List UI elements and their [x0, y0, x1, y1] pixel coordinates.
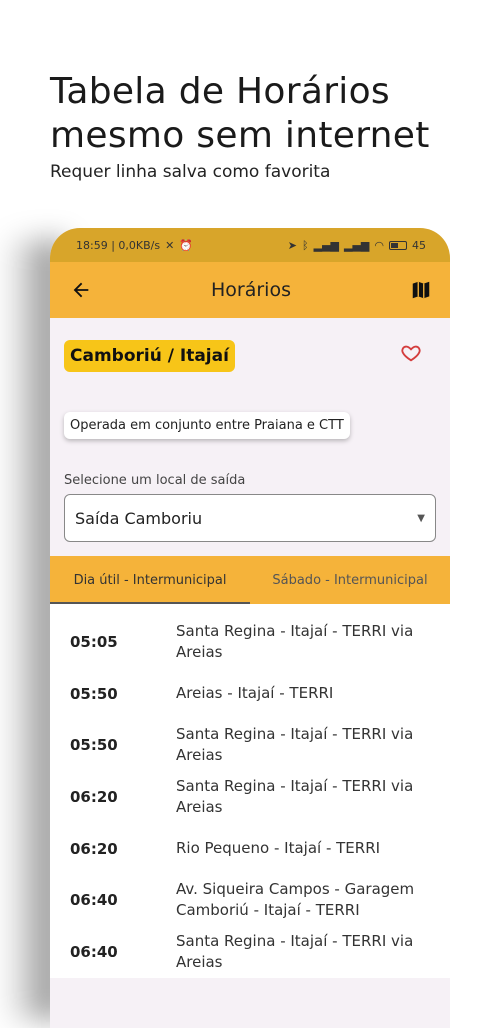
schedule-row[interactable]: 05:05 Santa Regina - Itajaí - TERRI via …	[50, 616, 450, 668]
departure-time: 05:50	[70, 684, 118, 703]
app-bar: Horários	[50, 262, 450, 318]
schedule-row[interactable]: 06:20 Santa Regina - Itajaí - TERRI via …	[50, 771, 450, 823]
caret-down-icon: ▼	[417, 512, 425, 524]
line-badge: Camboriú / Itajaí	[64, 340, 235, 372]
departure-time: 06:20	[70, 788, 118, 806]
status-left: 18:59 | 0,0KB/s ✕ ⏰	[76, 239, 193, 252]
battery-icon	[389, 240, 407, 250]
departure-time: 06:40	[70, 891, 118, 909]
destination: Santa Regina - Itajaí - TERRI via Areias	[176, 932, 414, 971]
page-title: Horários	[211, 279, 291, 301]
schedule-row[interactable]: 05:50 Areias - Itajaí - TERRI	[50, 668, 450, 719]
phone-frame: 18:59 | 0,0KB/s ✕ ⏰ ➤ ᛒ ▂▄▆ ▂▄▆ ◠ 45 Hor…	[50, 228, 450, 1028]
tab-weekday[interactable]: Dia útil - Intermunicipal	[50, 556, 250, 604]
map-icon	[412, 281, 430, 299]
departure-time: 05:50	[70, 736, 118, 754]
back-button[interactable]	[66, 275, 96, 305]
schedule-row[interactable]: 06:20 Rio Pequeno - Itajaí - TERRI	[50, 823, 450, 874]
destination: Rio Pequeno - Itajaí - TERRI	[176, 839, 381, 857]
schedule-row[interactable]: 06:40 Av. Siqueira Campos - Garagem Camb…	[50, 874, 450, 926]
promo-header: Tabela de Horários mesmo sem internet Re…	[50, 70, 470, 182]
alarm-icon: ⏰	[179, 238, 194, 252]
departure-label: Selecione um local de saída	[64, 473, 246, 488]
departure-time: 05:05	[70, 633, 118, 651]
arrow-left-icon	[73, 282, 89, 298]
promo-title: Tabela de Horários mesmo sem internet	[50, 70, 470, 158]
battery-level: 45	[412, 238, 426, 252]
destination: Areias - Itajaí - TERRI	[176, 684, 334, 702]
schedule-row[interactable]: 05:50 Santa Regina - Itajaí - TERRI via …	[50, 719, 450, 771]
signal-icon: ▂▄▆	[344, 238, 370, 252]
departure-selected: Saída Camboriu	[75, 508, 203, 528]
departure-select[interactable]: Saída Camboriu ▼	[64, 494, 436, 542]
tab-saturday[interactable]: Sábado - Intermunicipal	[250, 556, 450, 604]
wifi-icon: ◠	[374, 238, 384, 252]
line-details: Camboriú / Itajaí Operada em conjunto en…	[50, 340, 450, 542]
departure-time: 06:40	[70, 943, 118, 961]
schedule-tabs: Dia útil - Intermunicipal Sábado - Inter…	[50, 556, 450, 604]
departure-time: 06:20	[70, 839, 118, 858]
promo-title-line1: Tabela de Horários	[50, 71, 390, 112]
promo-title-line2: mesmo sem internet	[50, 115, 430, 156]
destination: Av. Siqueira Campos - Garagem Camboriú -…	[176, 880, 415, 919]
destination: Santa Regina - Itajaí - TERRI via Areias	[176, 622, 414, 661]
signal-icon: ▂▄▆	[313, 238, 339, 252]
line-header: Camboriú / Itajaí	[64, 340, 436, 372]
destination: Santa Regina - Itajaí - TERRI via Areias	[176, 777, 414, 816]
status-bar: 18:59 | 0,0KB/s ✕ ⏰ ➤ ᛒ ▂▄▆ ▂▄▆ ◠ 45	[50, 228, 450, 262]
map-button[interactable]	[406, 275, 436, 305]
destination: Santa Regina - Itajaí - TERRI via Areias	[176, 725, 414, 764]
status-time-speed: 18:59 | 0,0KB/s	[76, 238, 161, 252]
favorite-button[interactable]	[400, 342, 422, 370]
schedule-list: 05:05 Santa Regina - Itajaí - TERRI via …	[50, 604, 450, 978]
schedule-row[interactable]: 06:40 Santa Regina - Itajaí - TERRI via …	[50, 926, 450, 978]
promo-subtitle: Requer linha salva como favorita	[50, 162, 331, 182]
operator-note: Operada em conjunto entre Praiana e CTT	[64, 412, 350, 439]
mute-icon: ✕	[165, 238, 175, 252]
status-right: ➤ ᛒ ▂▄▆ ▂▄▆ ◠ 45	[288, 239, 426, 252]
bluetooth-icon: ᛒ	[302, 238, 309, 252]
heart-outline-icon	[401, 345, 421, 362]
location-icon: ➤	[287, 238, 297, 252]
